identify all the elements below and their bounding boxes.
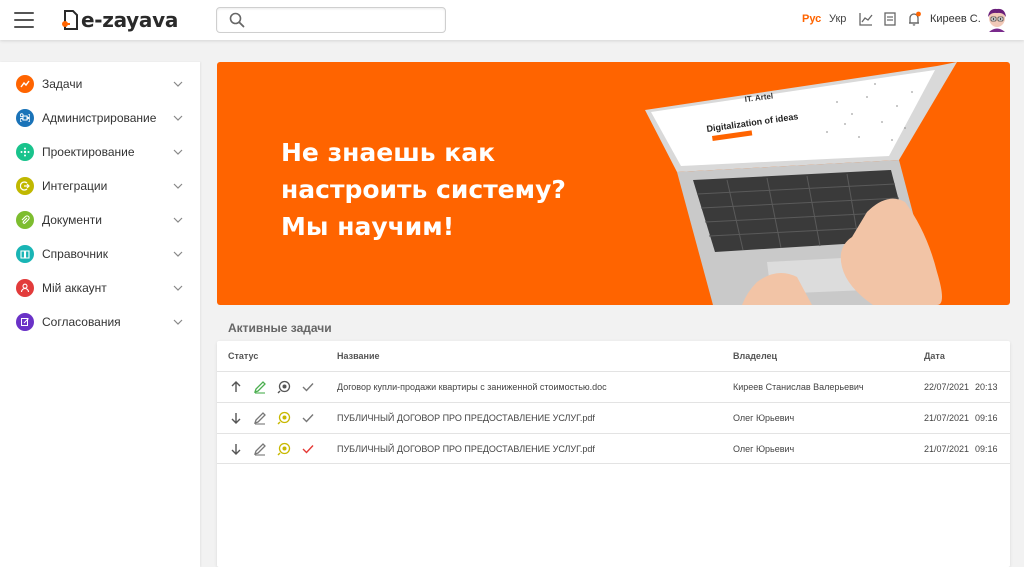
- chevron-down-icon: [173, 81, 183, 87]
- top-bar: e-zayava Рус Укр Киреев С.: [0, 0, 1024, 40]
- chevron-down-icon: [173, 319, 183, 325]
- sidebar-item-integrations[interactable]: Интеграции: [0, 171, 200, 201]
- banner-headline: Не знаешь как настроить систему? Мы науч…: [281, 134, 566, 245]
- task-date: 21/07/2021: [924, 444, 970, 454]
- language-ru[interactable]: Рус: [802, 13, 821, 25]
- sidebar-item-label: Согласования: [42, 315, 121, 329]
- check-icon[interactable]: [301, 411, 315, 425]
- chevron-down-icon: [173, 251, 183, 257]
- arrow-down-icon[interactable]: [229, 442, 243, 456]
- design-icon: [16, 143, 34, 161]
- task-date: 21/07/2021: [924, 413, 970, 423]
- sidebar-item-reference[interactable]: Справочник: [0, 239, 200, 269]
- check-icon[interactable]: [301, 380, 315, 394]
- integration-icon: [16, 177, 34, 195]
- edit-icon[interactable]: [253, 380, 267, 394]
- avatar[interactable]: [986, 8, 1008, 32]
- edit-icon[interactable]: [253, 442, 267, 456]
- bell-icon[interactable]: [906, 11, 922, 27]
- sidebar-item-label: Администрирование: [42, 111, 157, 125]
- column-header-status[interactable]: Статус: [228, 351, 258, 361]
- sidebar-item-administration[interactable]: Администрирование: [0, 103, 200, 133]
- task-time: 09:16: [975, 444, 998, 454]
- sidebar-item-documents[interactable]: Документи: [0, 205, 200, 235]
- sidebar-item-label: Задачи: [42, 77, 83, 91]
- task-title[interactable]: ПУБЛИЧНЫЙ ДОГОВОР ПРО ПРЕДОСТАВЛЕНИЕ УСЛ…: [337, 413, 595, 423]
- table-row[interactable]: ПУБЛИЧНЫЙ ДОГОВОР ПРО ПРЕДОСТАВЛЕНИЕ УСЛ…: [217, 402, 1010, 433]
- check-icon[interactable]: [301, 442, 315, 456]
- task-owner: Олег Юрьевич: [733, 413, 795, 423]
- chevron-down-icon: [173, 115, 183, 121]
- logo-icon: [62, 10, 78, 30]
- arrow-up-icon[interactable]: [229, 380, 243, 394]
- banner-line: Не знаешь как: [281, 138, 496, 167]
- promo-banner[interactable]: Не знаешь как настроить систему? Мы науч…: [217, 62, 1010, 305]
- tasks-icon: [16, 75, 34, 93]
- chevron-down-icon: [173, 149, 183, 155]
- banner-line: Мы научим!: [281, 212, 455, 241]
- task-title[interactable]: ПУБЛИЧНЫЙ ДОГОВОР ПРО ПРЕДОСТАВЛЕНИЕ УСЛ…: [337, 444, 595, 454]
- sidebar-item-label: Проектирование: [42, 145, 135, 159]
- column-header-title[interactable]: Название: [337, 351, 379, 361]
- review-icon[interactable]: [277, 442, 291, 456]
- logo-text: e-zayava: [81, 8, 179, 32]
- task-owner: Олег Юрьевич: [733, 444, 795, 454]
- task-time: 20:13: [975, 382, 998, 392]
- menu-icon[interactable]: [14, 12, 34, 28]
- sidebar-item-label: Интеграции: [42, 179, 108, 193]
- table-row[interactable]: Договор купли-продажи квартиры с занижен…: [217, 371, 1010, 402]
- command-icon: [16, 109, 34, 127]
- sidebar-item-approvals[interactable]: Согласования: [0, 307, 200, 337]
- sidebar-item-label: Мій аккаунт: [42, 281, 107, 295]
- edit-icon[interactable]: [253, 411, 267, 425]
- column-header-date[interactable]: Дата: [924, 351, 945, 361]
- user-name[interactable]: Киреев С.: [930, 13, 981, 25]
- column-header-owner[interactable]: Владелец: [733, 351, 777, 361]
- arrow-down-icon[interactable]: [229, 411, 243, 425]
- chevron-down-icon: [173, 183, 183, 189]
- tasks-table: Статус Название Владелец Дата Договор ку…: [217, 341, 1010, 567]
- review-icon[interactable]: [277, 380, 291, 394]
- section-title: Активные задачи: [228, 321, 332, 335]
- logo[interactable]: e-zayava: [62, 7, 178, 33]
- sidebar-item-design[interactable]: Проектирование: [0, 137, 200, 167]
- book-icon: [16, 245, 34, 263]
- chevron-down-icon: [173, 285, 183, 291]
- table-row[interactable]: ПУБЛИЧНЫЙ ДОГОВОР ПРО ПРЕДОСТАВЛЕНИЕ УСЛ…: [217, 433, 1010, 464]
- chevron-down-icon: [173, 217, 183, 223]
- user-icon: [16, 279, 34, 297]
- sidebar-item-account[interactable]: Мій аккаунт: [0, 273, 200, 303]
- task-title[interactable]: Договор купли-продажи квартиры с занижен…: [337, 382, 607, 392]
- banner-line: настроить систему?: [281, 175, 566, 204]
- edit-document-icon: [16, 313, 34, 331]
- language-uk[interactable]: Укр: [829, 13, 846, 25]
- sidebar-item-tasks[interactable]: Задачи: [0, 69, 200, 99]
- search-icon: [229, 12, 245, 28]
- laptop-illustration: IT. Artel Digitalization of ideas: [645, 62, 957, 305]
- search-input[interactable]: [251, 11, 437, 29]
- review-icon[interactable]: [277, 411, 291, 425]
- stats-icon[interactable]: [858, 11, 874, 27]
- search-box[interactable]: [216, 7, 446, 33]
- sidebar-item-label: Документи: [42, 213, 102, 227]
- task-date: 22/07/2021: [924, 382, 970, 392]
- task-time: 09:16: [975, 413, 998, 423]
- sidebar-item-label: Справочник: [42, 247, 108, 261]
- task-owner: Киреев Станислав Валерьевич: [733, 382, 864, 392]
- sidebar: Задачи Администрирование Проектирование …: [0, 62, 200, 567]
- attachment-icon: [16, 211, 34, 229]
- document-icon[interactable]: [882, 11, 898, 27]
